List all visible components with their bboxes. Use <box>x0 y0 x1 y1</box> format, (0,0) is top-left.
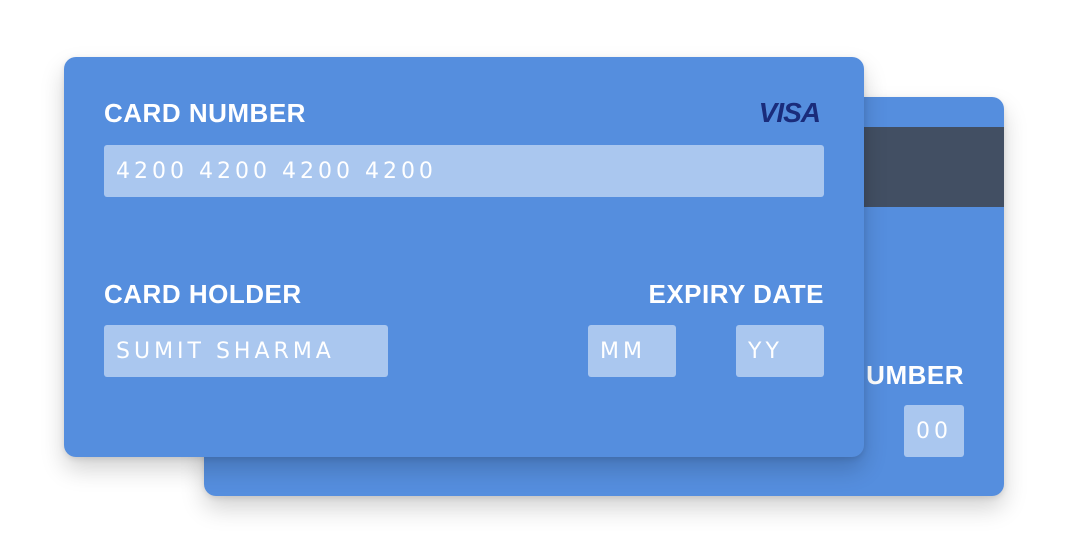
expiry-date-label: EXPIRY DATE <box>648 279 824 309</box>
card-form: CVV NUMBER CARD NUMBER VISA CARD HOLDER … <box>0 0 1072 556</box>
visa-logo: VISA <box>758 97 821 128</box>
cvv-input[interactable] <box>904 405 964 457</box>
card-holder-input[interactable] <box>104 325 388 377</box>
card-holder-label: CARD HOLDER <box>104 279 302 309</box>
expiry-month-input[interactable] <box>588 325 676 377</box>
card-number-input[interactable] <box>104 145 824 197</box>
card-front: CARD NUMBER VISA CARD HOLDER EXPIRY DATE <box>64 57 864 457</box>
card-number-label: CARD NUMBER <box>104 98 306 128</box>
expiry-year-input[interactable] <box>736 325 824 377</box>
